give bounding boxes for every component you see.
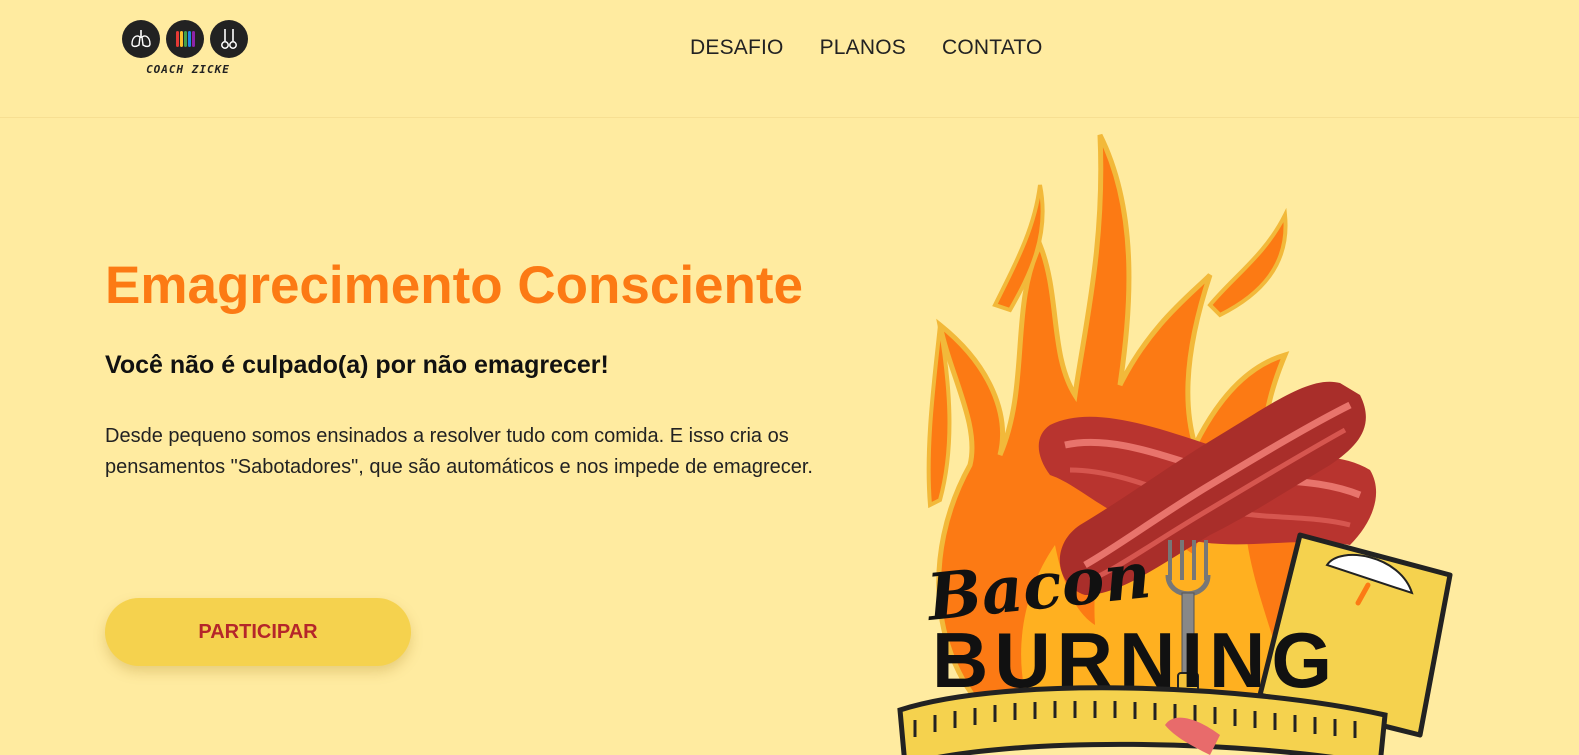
rainbow-bars-icon bbox=[166, 20, 204, 58]
site-header: COACH ZICKE DESAFIO PLANOS CONTATO bbox=[0, 0, 1579, 118]
brand-logo[interactable]: COACH ZICKE bbox=[122, 20, 254, 86]
nav-desafio[interactable]: DESAFIO bbox=[690, 36, 784, 60]
nav-contato[interactable]: CONTATO bbox=[942, 36, 1043, 60]
bacon-burning-artwork: Bacon BURNING bbox=[897, 133, 1453, 755]
main-nav: DESAFIO PLANOS CONTATO bbox=[690, 36, 1043, 60]
nav-planos[interactable]: PLANOS bbox=[820, 36, 906, 60]
rings-icon bbox=[210, 20, 248, 58]
participar-button[interactable]: PARTICIPAR bbox=[105, 598, 411, 666]
logo-text: COACH ZICKE bbox=[146, 63, 230, 76]
hero-description: Desde pequeno somos ensinados a resolver… bbox=[105, 425, 813, 478]
lungs-icon bbox=[122, 20, 160, 58]
hero-subtitle: Você não é culpado(a) por não emagrecer! bbox=[105, 351, 609, 379]
logo-icons bbox=[122, 20, 254, 58]
hero-title: Emagrecimento Consciente bbox=[105, 256, 804, 315]
